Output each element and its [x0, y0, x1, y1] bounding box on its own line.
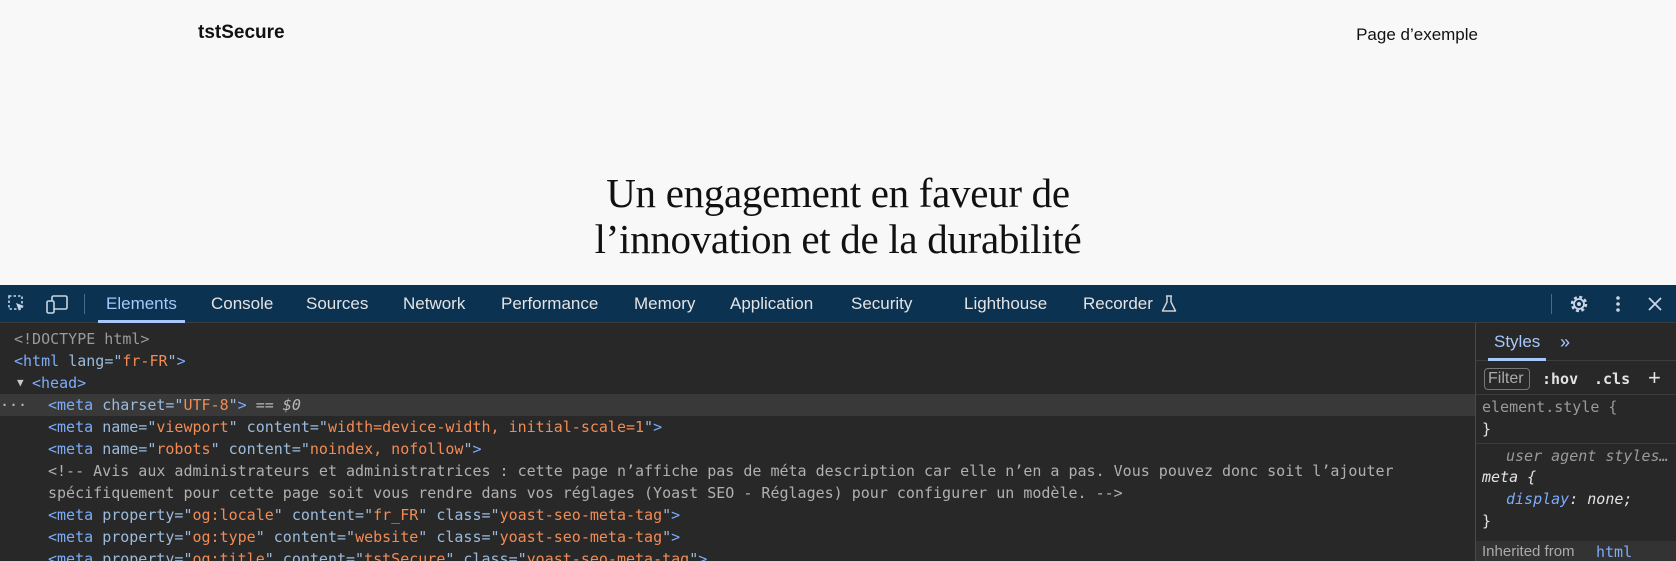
tab-network[interactable]: Network	[403, 285, 465, 323]
hero-heading-line-1: Un engagement en faveur de	[606, 170, 1070, 216]
hover-state-toggle[interactable]: :hov	[1542, 370, 1578, 388]
tab-sources[interactable]: Sources	[306, 285, 368, 323]
dom-node-meta-viewport[interactable]: <meta name="viewport" content="width=dev…	[48, 416, 662, 438]
web-page-viewport: tstSecure Page d’exemple Un engagement e…	[0, 0, 1676, 285]
dom-node-meta-robots[interactable]: <meta name="robots" content="noindex, no…	[48, 438, 482, 460]
dom-node-comment[interactable]: <!-- Avis aux administrateurs et adminis…	[48, 460, 1394, 482]
tab-recorder[interactable]: Recorder	[1083, 285, 1153, 323]
dom-node-doctype[interactable]: <!DOCTYPE html>	[14, 328, 149, 350]
tab-styles[interactable]: Styles	[1488, 323, 1547, 361]
dom-node-comment-continued[interactable]: spécifiquement pour cette page soit vous…	[48, 482, 1123, 504]
toolbar-divider-right	[1551, 294, 1552, 314]
dom-node-meta-og-title[interactable]: <meta property="og:title" content="tstSe…	[48, 548, 707, 561]
dom-node-html[interactable]: <html lang="fr-FR">	[14, 350, 186, 372]
flask-icon	[1158, 294, 1180, 314]
inherited-from-label: Inherited from	[1482, 543, 1575, 560]
tab-application[interactable]: Application	[730, 285, 813, 323]
hero-heading: Un engagement en faveur de l’innovation …	[0, 170, 1676, 262]
display-declaration[interactable]: display: none;	[1506, 488, 1632, 510]
dom-node-meta-charset-selected[interactable]: ··· <meta charset="UTF-8"> == $0	[0, 394, 1475, 416]
tab-memory[interactable]: Memory	[634, 285, 695, 323]
user-agent-label: user agent styles…	[1506, 447, 1669, 465]
dom-node-meta-og-type[interactable]: <meta property="og:type" content="websit…	[48, 526, 680, 548]
styles-pane-header: Styles »	[1476, 323, 1676, 361]
toolbar-divider	[84, 294, 85, 314]
devtools-panel: Elements Console Sources Network Perform…	[0, 285, 1676, 561]
dom-node-head[interactable]: <head>	[32, 372, 86, 394]
tab-console[interactable]: Console	[211, 285, 273, 323]
node-actions-ellipsis[interactable]: ···	[0, 394, 27, 416]
tab-elements[interactable]: Elements	[98, 285, 185, 323]
element-style-rule[interactable]: element.style {	[1482, 396, 1617, 418]
site-title[interactable]: tstSecure	[198, 22, 285, 44]
nav-link-sample-page[interactable]: Page d’exemple	[1356, 25, 1478, 45]
tab-lighthouse[interactable]: Lighthouse	[964, 285, 1047, 323]
tab-security[interactable]: Security	[851, 285, 912, 323]
close-icon[interactable]	[1644, 294, 1666, 314]
more-tabs-chevron-icon[interactable]: »	[1560, 332, 1570, 353]
inspect-element-icon[interactable]	[6, 294, 28, 314]
new-style-rule-icon[interactable]: +	[1648, 365, 1661, 391]
elements-dom-tree[interactable]: <!DOCTYPE html> <html lang="fr-FR"> ▼ <h…	[0, 323, 1475, 561]
more-vertical-icon[interactable]	[1607, 294, 1629, 314]
rule-separator	[1476, 443, 1676, 444]
gear-icon[interactable]	[1568, 294, 1590, 314]
class-toggle[interactable]: .cls	[1594, 370, 1630, 388]
devtools-tabbar: Elements Console Sources Network Perform…	[0, 285, 1676, 323]
hero-heading-line-2: l’innovation et de la durabilité	[594, 216, 1082, 262]
meta-rule-selector[interactable]: meta {	[1482, 466, 1536, 488]
dom-node-meta-og-locale[interactable]: <meta property="og:locale" content="fr_F…	[48, 504, 680, 526]
styles-filter-input[interactable]: Filter	[1484, 368, 1530, 390]
collapse-triangle-icon[interactable]: ▼	[17, 376, 24, 389]
inherited-from-row: Inherited from html	[1476, 541, 1676, 561]
inherited-from-link[interactable]: html	[1596, 541, 1632, 561]
meta-rule-close: }	[1482, 512, 1492, 530]
device-toolbar-icon[interactable]	[46, 294, 68, 314]
styles-pane: Styles » Filter :hov .cls + element.styl…	[1476, 323, 1676, 561]
styles-toolbar: Filter :hov .cls +	[1476, 361, 1676, 395]
tab-performance[interactable]: Performance	[501, 285, 598, 323]
element-style-close: }	[1482, 420, 1492, 438]
